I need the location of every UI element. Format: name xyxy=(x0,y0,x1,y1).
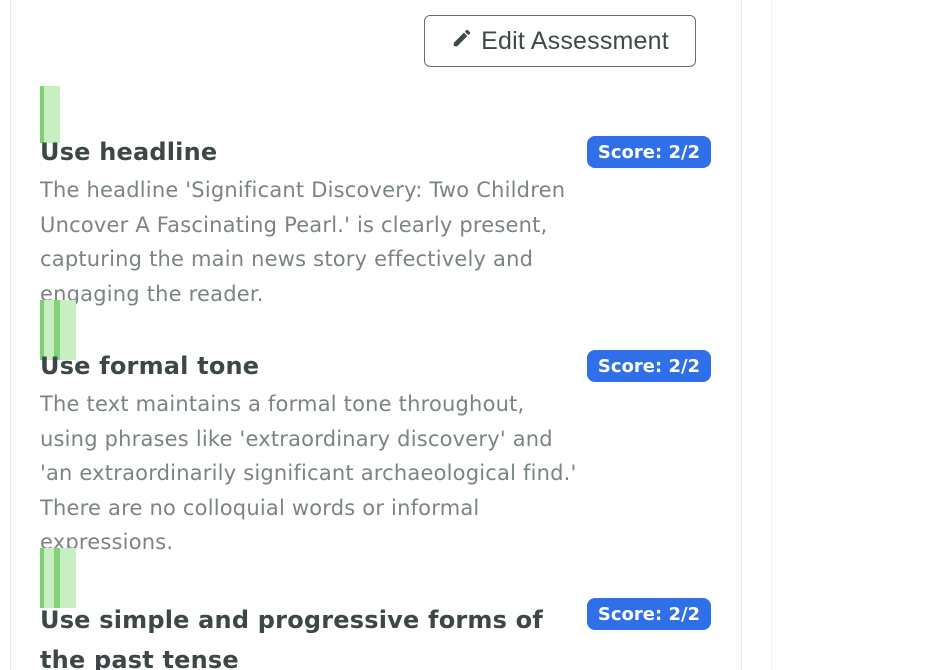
highlight-marker xyxy=(40,86,60,143)
criterion-title: Use simple and progressive forms of the … xyxy=(40,606,543,670)
criterion-title: Use formal tone xyxy=(40,352,260,380)
criterion-description: The headline 'Significant Discovery: Two… xyxy=(40,178,566,306)
assessment-card xyxy=(10,0,742,670)
criterion-title: Use headline xyxy=(40,138,218,166)
highlight-marker xyxy=(40,300,76,360)
criterion-description: The text maintains a formal tone through… xyxy=(40,392,577,554)
highlight-marker xyxy=(40,548,76,608)
pencil-icon xyxy=(451,27,473,56)
panel-divider xyxy=(771,0,772,670)
edit-assessment-button[interactable]: Edit Assessment xyxy=(424,15,696,67)
score-badge: Score: 2/2 xyxy=(587,136,711,168)
page: Edit Assessment Use headline Score: 2/2 … xyxy=(0,0,944,670)
score-badge: Score: 2/2 xyxy=(587,350,711,382)
edit-assessment-label: Edit Assessment xyxy=(481,26,669,55)
score-badge: Score: 2/2 xyxy=(587,598,711,630)
